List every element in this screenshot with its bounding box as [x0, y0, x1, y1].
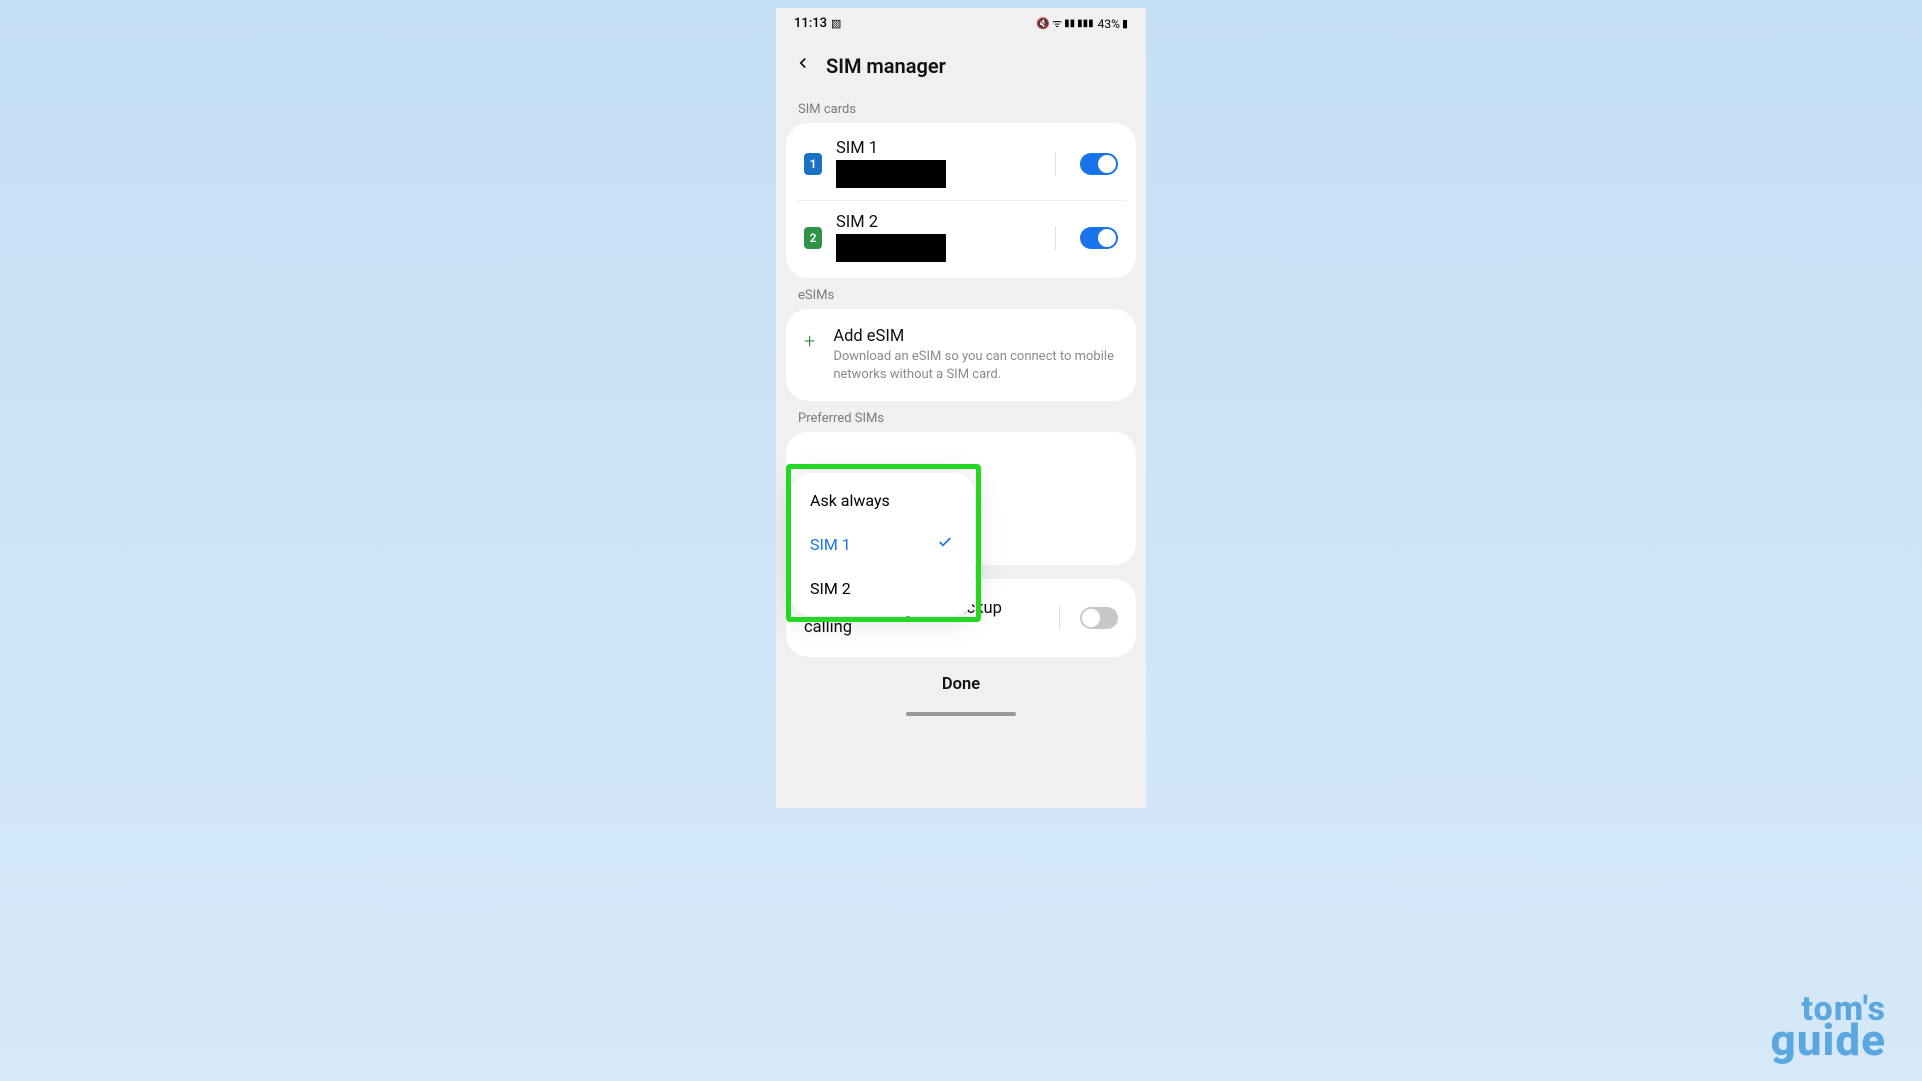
add-esim-title: Add eSIM	[833, 327, 1118, 346]
divider	[1055, 152, 1056, 176]
data-switching-toggle[interactable]	[1080, 607, 1118, 629]
sim-select-popup: Ask always SIM 1 SIM 2	[790, 473, 975, 616]
battery-text: 43%	[1098, 17, 1120, 31]
sim-name-1: SIM 1	[836, 139, 1041, 158]
add-esim-desc: Download an eSIM so you can connect to m…	[833, 348, 1118, 383]
sim-cards-section-label: SIM cards	[776, 92, 1146, 123]
divider	[1059, 606, 1060, 630]
gallery-icon: ▧	[831, 17, 841, 30]
watermark-line2: guide	[1771, 1023, 1886, 1057]
status-bar: 11:13 ▧ 🔇 ᯤ ▮▮ ▮▮▮ 43% ▮	[776, 8, 1146, 35]
sim-number-redacted-2	[836, 234, 946, 262]
sim-info-1: SIM 1	[836, 139, 1041, 188]
signal-icon-2: ▮▮▮	[1077, 18, 1094, 29]
status-left: 11:13 ▧	[794, 16, 841, 31]
popup-item-label: Ask always	[810, 491, 890, 510]
esim-card: + Add eSIM Download an eSIM so you can c…	[786, 309, 1136, 401]
sim-2-toggle[interactable]	[1080, 227, 1118, 249]
esim-text: Add eSIM Download an eSIM so you can con…	[833, 327, 1118, 383]
sim-info-2: SIM 2	[836, 213, 1041, 262]
popup-item-label: SIM 1	[810, 535, 851, 554]
status-time: 11:13	[794, 16, 827, 31]
popup-item-ask-always[interactable]: Ask always	[790, 479, 975, 522]
popup-item-label: SIM 2	[810, 579, 851, 598]
plus-icon: +	[804, 329, 815, 353]
battery-icon: ▮	[1122, 17, 1128, 30]
check-icon	[935, 534, 955, 555]
app-header: SIM manager	[776, 35, 1146, 92]
home-indicator[interactable]	[906, 712, 1016, 716]
page-title: SIM manager	[826, 54, 946, 78]
phone-screenshot: 11:13 ▧ 🔇 ᯤ ▮▮ ▮▮▮ 43% ▮ SIM manager SIM…	[776, 8, 1146, 808]
sim-name-2: SIM 2	[836, 213, 1041, 232]
signal-icon-1: ▮▮	[1064, 18, 1075, 29]
sim-number-redacted-1	[836, 160, 946, 188]
add-esim-row[interactable]: + Add eSIM Download an eSIM so you can c…	[786, 313, 1136, 397]
sim-row-2[interactable]: 2 SIM 2	[786, 201, 1136, 274]
wifi-icon: ᯤ	[1052, 16, 1062, 31]
popup-item-sim2[interactable]: SIM 2	[790, 567, 975, 610]
back-button[interactable]	[794, 53, 812, 78]
watermark-logo: tom's guide	[1771, 996, 1886, 1057]
preferred-sims-section-label: Preferred SIMs	[776, 401, 1146, 432]
esims-section-label: eSIMs	[776, 278, 1146, 309]
done-button[interactable]: Done	[776, 657, 1146, 712]
sim-1-toggle[interactable]	[1080, 153, 1118, 175]
sim-badge-2: 2	[804, 227, 822, 249]
popup-item-sim1[interactable]: SIM 1	[790, 522, 975, 567]
sim-badge-1: 1	[804, 153, 822, 175]
status-right: 🔇 ᯤ ▮▮ ▮▮▮ 43% ▮	[1036, 16, 1128, 31]
sim-row-1[interactable]: 1 SIM 1	[796, 127, 1126, 201]
sim-cards-card: 1 SIM 1 2 SIM 2	[786, 123, 1136, 278]
mute-icon: 🔇	[1036, 17, 1050, 30]
divider	[1055, 226, 1056, 250]
